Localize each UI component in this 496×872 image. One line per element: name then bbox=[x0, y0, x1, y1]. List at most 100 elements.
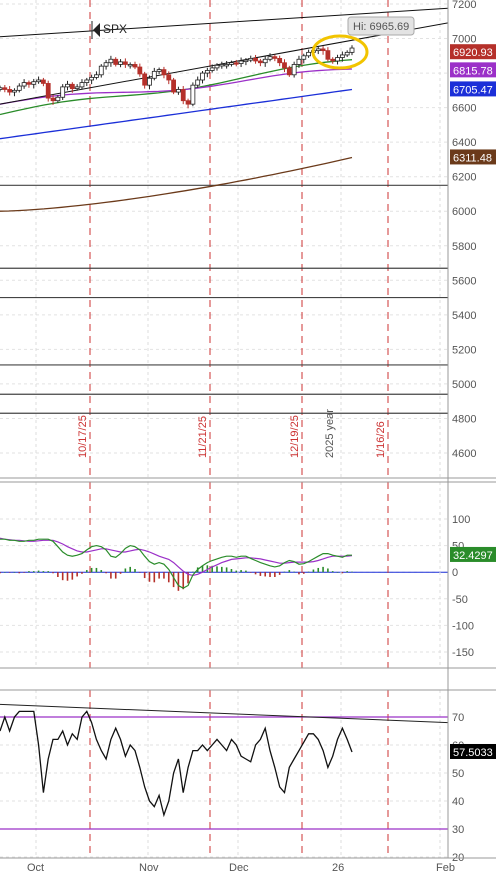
candle-body bbox=[320, 48, 326, 52]
macd-histogram-bar bbox=[259, 572, 262, 576]
macd-histogram-bar bbox=[346, 571, 348, 573]
macd-line bbox=[0, 538, 352, 589]
rsi-panel: 706050403020 57.5033 bbox=[0, 690, 496, 864]
candle-body bbox=[94, 74, 99, 78]
price-tick-label: 6200 bbox=[452, 172, 476, 184]
macd-histogram-bar bbox=[153, 572, 156, 583]
macd-histogram-bar bbox=[254, 572, 257, 575]
macd-histogram-bar bbox=[249, 572, 252, 573]
candle-body bbox=[127, 64, 133, 67]
candle-body bbox=[277, 57, 283, 64]
price-badge: 6705.47 bbox=[453, 84, 493, 96]
candle-body bbox=[224, 64, 230, 67]
macd-histogram-bar bbox=[307, 571, 310, 573]
candle-body bbox=[291, 64, 297, 76]
macd-histogram-bar bbox=[341, 572, 344, 574]
candle-body bbox=[166, 74, 172, 81]
candle-body bbox=[69, 83, 75, 90]
candle-body bbox=[286, 67, 292, 76]
price-panel: 4600 4800 5000 5200 5400 5600 5800 6000 6200 6400… bbox=[0, 0, 496, 478]
candle-body bbox=[40, 79, 46, 84]
candle-body bbox=[282, 62, 287, 69]
candle-body bbox=[36, 79, 41, 83]
date-marker-label: 1/16/26 bbox=[375, 421, 387, 458]
candle-body bbox=[209, 67, 215, 71]
candle-body bbox=[176, 89, 181, 93]
candle-body bbox=[335, 57, 340, 62]
symbol-title: SPX bbox=[103, 22, 127, 36]
candle-body bbox=[16, 85, 22, 91]
candle-body bbox=[79, 82, 85, 88]
rsi-tick-label: 30 bbox=[452, 824, 464, 836]
macd-histogram-bar bbox=[167, 572, 170, 583]
macd-histogram-bar bbox=[302, 572, 305, 574]
macd-histogram-bar bbox=[37, 570, 40, 573]
candle-body bbox=[161, 69, 167, 76]
price-tick-label: 6400 bbox=[452, 137, 476, 149]
price-tick-label: 5800 bbox=[452, 241, 476, 253]
candle-body bbox=[74, 86, 80, 90]
moving-average-line bbox=[0, 59, 353, 116]
candle-body bbox=[12, 89, 17, 93]
candle-body bbox=[185, 100, 191, 105]
macd-histogram-bar bbox=[192, 571, 194, 573]
date-marker-label: 10/17/25 bbox=[77, 415, 89, 458]
candle-body bbox=[272, 56, 278, 59]
macd-histogram-bar bbox=[81, 572, 83, 574]
macd-tick-label: 100 bbox=[452, 514, 470, 526]
macd-histogram-bar bbox=[85, 570, 88, 573]
candle-body bbox=[151, 70, 157, 79]
macd-histogram-bar bbox=[4, 572, 6, 573]
rsi-trendline bbox=[0, 703, 449, 724]
candle-body bbox=[132, 64, 138, 68]
macd-histogram-bar bbox=[283, 571, 286, 573]
candle-body bbox=[204, 70, 210, 74]
candle-body bbox=[180, 89, 186, 102]
candle-body bbox=[21, 82, 27, 87]
moving-average-line bbox=[0, 156, 353, 212]
candle-body bbox=[253, 57, 258, 62]
macd-tick-label: -150 bbox=[452, 647, 474, 659]
macd-histogram-bar bbox=[71, 572, 74, 580]
candle-body bbox=[89, 76, 95, 81]
macd-histogram-bar bbox=[100, 570, 103, 573]
macd-histogram-bar bbox=[264, 572, 267, 577]
macd-histogram-bar bbox=[351, 571, 353, 573]
price-tick-label: 4800 bbox=[452, 413, 476, 425]
candle-body bbox=[229, 62, 234, 65]
candle-body bbox=[2, 87, 8, 90]
macd-histogram-bar bbox=[47, 571, 50, 573]
macd-histogram-bar bbox=[322, 566, 324, 573]
candle-body bbox=[200, 72, 205, 81]
macd-histogram-bar bbox=[18, 572, 21, 574]
symbol-label: SPX bbox=[91, 21, 127, 39]
macd-histogram-bar bbox=[298, 572, 300, 575]
macd-histogram-bar bbox=[66, 572, 69, 581]
macd-histogram-bar bbox=[336, 572, 339, 573]
macd-tick-label: -100 bbox=[452, 620, 474, 632]
macd-histogram-bar bbox=[172, 572, 175, 588]
macd-histogram-bar bbox=[129, 566, 131, 573]
candle-body bbox=[113, 58, 119, 65]
macd-histogram-bar bbox=[148, 572, 151, 582]
macd-tick-label: 0 bbox=[452, 567, 458, 579]
macd-histogram-bar bbox=[23, 572, 25, 573]
candle-body bbox=[238, 60, 244, 64]
candle-body bbox=[267, 56, 273, 60]
macd-histogram-bar bbox=[274, 572, 276, 577]
x-tick-label: Feb bbox=[436, 862, 455, 872]
candle-body bbox=[7, 89, 13, 93]
macd-histogram-bar bbox=[13, 572, 16, 573]
macd-histogram-bar bbox=[331, 571, 334, 573]
x-axis: Oct Nov Dec 26 Feb bbox=[0, 0, 496, 872]
candle-body bbox=[306, 51, 312, 57]
x-tick-label: Nov bbox=[139, 862, 159, 872]
x-tick-label: Dec bbox=[229, 862, 249, 872]
macd-histogram-bar bbox=[61, 572, 64, 581]
macd-histogram-bar bbox=[230, 569, 233, 573]
macd-histogram-bar bbox=[110, 572, 112, 579]
macd-histogram-bar bbox=[317, 567, 320, 573]
candle-body bbox=[190, 84, 196, 105]
candle-body bbox=[315, 48, 321, 52]
candle-body bbox=[26, 82, 32, 85]
